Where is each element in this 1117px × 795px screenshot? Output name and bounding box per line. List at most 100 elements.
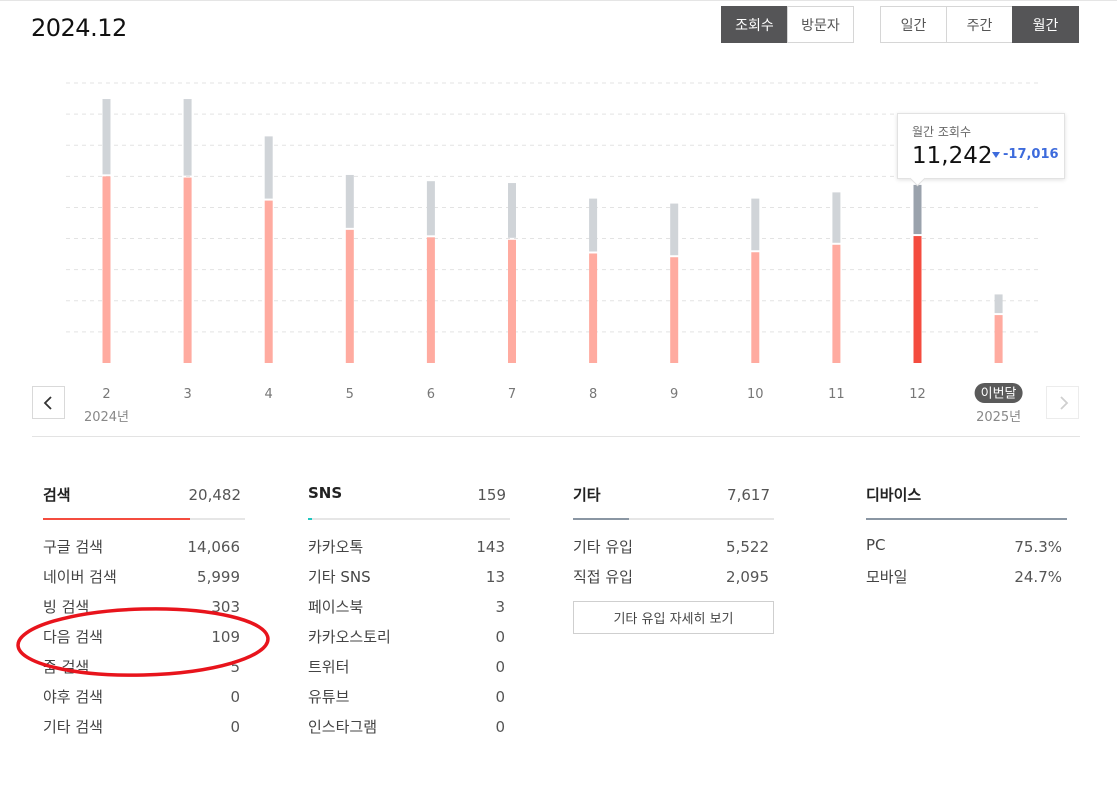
row-value: 14,066 xyxy=(187,538,241,556)
list-item: PC 75.3% xyxy=(866,536,1062,566)
bar-segment xyxy=(426,237,435,363)
panel-title: 디바이스 xyxy=(866,486,922,504)
bar-segment xyxy=(994,315,1003,363)
x-tick-label: 12 xyxy=(909,387,926,402)
year-label: 2025년 xyxy=(976,410,1021,425)
row-label: 직접 유입 xyxy=(573,568,633,586)
list-item: 모바일 24.7% xyxy=(866,566,1062,596)
row-label: 기타 SNS xyxy=(308,568,371,586)
panel-sns: SNS 159 카카오톡 143 기타 SNS 13 페이스북 3 카카오스토리 0 트… xyxy=(308,484,510,736)
list-item: 네이버 검색 5,999 xyxy=(43,566,240,596)
x-tick-label: 6 xyxy=(427,387,435,402)
bar-segment xyxy=(102,99,111,175)
panel-device: 디바이스 PC 75.3% 모바일 24.7% xyxy=(866,484,1067,586)
other-inflow-detail-button[interactable]: 기타 유입 자세히 보기 xyxy=(573,601,774,634)
share-bar xyxy=(43,518,245,520)
row-label: 기타 검색 xyxy=(43,718,103,736)
next-period-button[interactable] xyxy=(1046,386,1079,419)
share-bar xyxy=(308,518,510,520)
panel-title: 검색 xyxy=(43,486,71,504)
panel-title: SNS xyxy=(308,484,343,502)
x-tick-label: 7 xyxy=(508,387,516,402)
share-bar-fill xyxy=(43,518,191,520)
bar-segment xyxy=(426,181,435,236)
weekly-button[interactable]: 주간 xyxy=(946,6,1013,43)
list-item: 카카오톡 143 xyxy=(308,536,505,566)
share-bar xyxy=(573,518,774,520)
x-tick-label: 10 xyxy=(747,387,764,402)
bar-segment xyxy=(832,244,841,363)
hand-drawn-circle-annotation xyxy=(16,607,270,677)
panel-title: 기타 xyxy=(573,486,601,504)
year-label: 2024년 xyxy=(84,410,129,425)
bar-segment xyxy=(264,200,273,363)
panel-rows: 카카오톡 143 기타 SNS 13 페이스북 3 카카오스토리 0 트위터 0 유튜브 0… xyxy=(308,536,505,746)
panel-other: 기타 7,617 기타 유입 5,522 직접 유입 2,095 xyxy=(573,484,774,586)
section-divider xyxy=(32,436,1080,437)
list-item: 유튜브 0 xyxy=(308,686,505,716)
row-value: 143 xyxy=(476,538,505,556)
panel-rows: PC 75.3% 모바일 24.7% xyxy=(866,536,1062,596)
row-value: 0 xyxy=(495,658,505,676)
triangle-down-icon xyxy=(992,151,1000,158)
row-value: 0 xyxy=(230,718,240,736)
chart-tooltip: 월간 조회수 11,242 -17,016 xyxy=(897,113,1065,187)
list-item: 직접 유입 2,095 xyxy=(573,566,769,596)
x-tick-label: 8 xyxy=(589,387,597,402)
tooltip-label: 월간 조회수 xyxy=(912,125,972,139)
row-value: 0 xyxy=(495,628,505,646)
panel-header: SNS 159 xyxy=(308,484,510,510)
bar-segment xyxy=(264,136,273,199)
panel-rows: 기타 유입 5,522 직접 유입 2,095 xyxy=(573,536,769,596)
bar-segment xyxy=(589,198,598,252)
list-item: 기타 SNS 13 xyxy=(308,566,505,596)
bar-group xyxy=(426,181,435,363)
top-border xyxy=(0,0,1117,1)
x-tick-label: 2 xyxy=(102,387,110,402)
metric-toggle: 조회수 방문자 xyxy=(721,6,854,43)
bar-segment xyxy=(589,253,598,363)
daily-button[interactable]: 일간 xyxy=(880,6,947,43)
bar-group xyxy=(508,183,516,363)
views-button[interactable]: 조회수 xyxy=(721,6,788,43)
bar-group xyxy=(264,136,273,363)
panel-header: 디바이스 xyxy=(866,484,1067,510)
panel-total: 20,482 xyxy=(188,486,242,504)
bar-group xyxy=(345,174,354,363)
row-value: 75.3% xyxy=(1014,538,1062,556)
tooltip-value: 11,242 xyxy=(912,143,993,169)
panel-total: 7,617 xyxy=(727,486,770,504)
row-label: 네이버 검색 xyxy=(43,568,117,586)
row-value: 3 xyxy=(495,598,505,616)
bar-segment xyxy=(345,229,354,363)
row-value: 2,095 xyxy=(726,568,769,586)
bar-segment xyxy=(913,236,922,363)
chevron-right-icon xyxy=(1059,395,1068,410)
bar-segment xyxy=(751,198,760,251)
list-item: 인스타그램 0 xyxy=(308,716,505,746)
bar-group xyxy=(589,198,598,363)
chevron-left-icon xyxy=(43,395,52,410)
visitors-button[interactable]: 방문자 xyxy=(787,6,854,43)
prev-period-button[interactable] xyxy=(32,386,65,419)
page-title: 2024.12 xyxy=(31,14,127,42)
row-label: 트위터 xyxy=(308,658,350,676)
monthly-button[interactable]: 월간 xyxy=(1012,6,1079,43)
bar-group xyxy=(832,192,841,363)
row-label: 유튜브 xyxy=(308,688,350,706)
share-bar-fill xyxy=(573,518,630,520)
bar-segment xyxy=(183,177,192,363)
x-tick-label: 5 xyxy=(346,387,354,402)
row-label: 카카오스토리 xyxy=(308,628,391,646)
bar-segment xyxy=(102,176,111,363)
bar-segment xyxy=(670,203,679,256)
period-toggle: 일간 주간 월간 xyxy=(880,6,1079,43)
list-item: 기타 유입 5,522 xyxy=(573,536,769,566)
list-item: 구글 검색 14,066 xyxy=(43,536,240,566)
panel-header: 검색 20,482 xyxy=(43,484,245,510)
bar-group xyxy=(183,99,192,363)
row-value: 13 xyxy=(485,568,505,586)
list-item: 페이스북 3 xyxy=(308,596,505,626)
list-item: 기타 검색 0 xyxy=(43,716,240,746)
row-value: 5,999 xyxy=(197,568,240,586)
